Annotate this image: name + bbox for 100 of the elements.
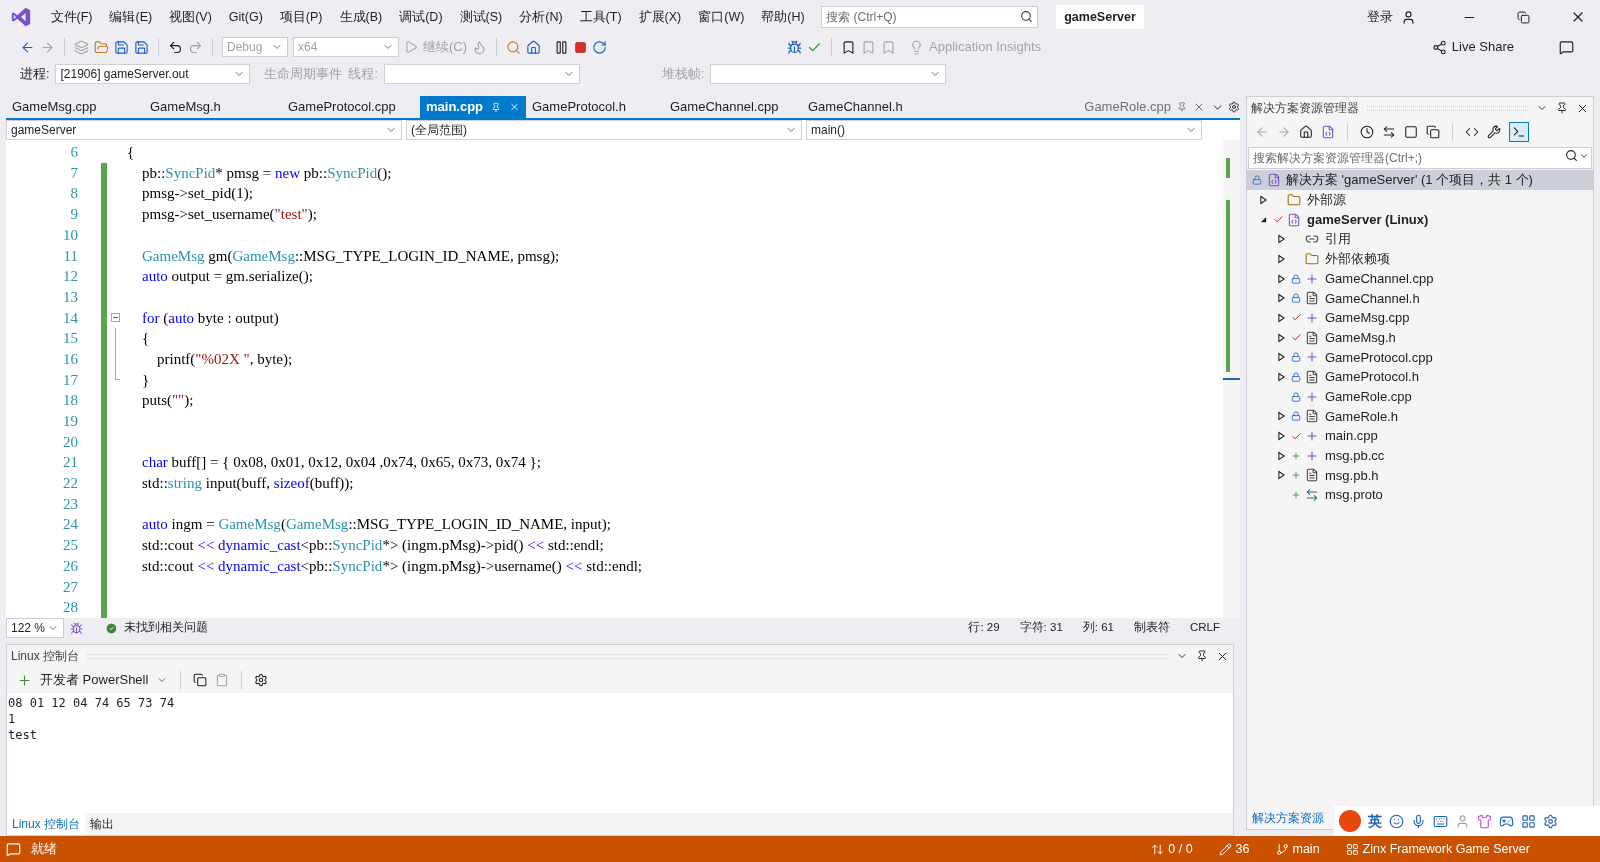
search-field[interactable]: 搜索 (Ctrl+Q) <box>821 6 1039 28</box>
back-icon[interactable] <box>20 39 35 55</box>
sync-icon[interactable] <box>1382 125 1396 139</box>
expand-arrow-icon[interactable] <box>1277 234 1285 245</box>
menu-item[interactable]: 项目(P) <box>271 7 331 27</box>
menu-item[interactable]: 文件(F) <box>42 7 101 27</box>
repo-status[interactable]: Zinx Framework Game Server <box>1362 839 1530 859</box>
scope-dropdown[interactable]: (全局范围) <box>406 120 802 140</box>
document-tab[interactable]: GameProtocol.cpp <box>282 96 420 118</box>
tree-item[interactable]: GameProtocol.h <box>1325 367 1419 387</box>
wrench-icon[interactable] <box>1487 125 1501 139</box>
expand-arrow-icon[interactable] <box>1277 273 1285 284</box>
tree-item[interactable]: 引用 <box>1325 229 1351 249</box>
pin-icon[interactable] <box>1556 102 1568 114</box>
gamepad-icon[interactable] <box>1499 813 1514 829</box>
settings-icon[interactable] <box>254 673 269 687</box>
caret-icon[interactable] <box>1579 151 1589 161</box>
preview-tab[interactable]: GameRole.cpp <box>1078 96 1177 118</box>
branch-status[interactable]: main <box>1292 839 1320 859</box>
bookmark-icon[interactable] <box>841 39 857 55</box>
keyboard-icon[interactable] <box>1433 813 1448 829</box>
add-icon[interactable] <box>17 672 32 688</box>
document-tab[interactable]: GameProtocol.h <box>526 96 664 118</box>
microphone-icon[interactable] <box>1411 813 1426 829</box>
find-icon[interactable] <box>506 39 522 55</box>
save-icon[interactable] <box>114 39 129 55</box>
search-field[interactable]: 搜索解决方案资源管理器(Ctrl+;) <box>1248 147 1592 169</box>
menu-item[interactable]: 视图(V) <box>160 7 221 27</box>
panel-tab[interactable]: 解决方案资源 <box>1247 809 1329 827</box>
expand-arrow-icon[interactable] <box>1277 352 1285 363</box>
zoom-dropdown[interactable]: 122 % <box>6 618 64 638</box>
branch-icon[interactable] <box>1275 842 1289 856</box>
menu-item[interactable]: 调试(D) <box>390 7 452 27</box>
menu-item[interactable]: 工具(T) <box>571 7 631 27</box>
search-icon[interactable] <box>1565 149 1578 162</box>
menu-item[interactable]: 生成(B) <box>331 7 391 27</box>
menu-item[interactable]: Git(G) <box>220 7 272 27</box>
member-dropdown[interactable]: main() <box>806 120 1202 140</box>
tree-item[interactable]: msg.pb.cc <box>1325 446 1385 466</box>
edits-status[interactable]: 36 <box>1235 839 1250 859</box>
save-all-icon[interactable] <box>134 39 149 55</box>
expand-arrow-icon[interactable] <box>1277 411 1285 422</box>
pencil-icon[interactable] <box>1218 842 1232 856</box>
stop-icon[interactable] <box>574 40 588 54</box>
tree-item[interactable]: GameMsg.h <box>1325 327 1396 348</box>
pause-icon[interactable] <box>554 39 570 55</box>
menu-item[interactable]: 编辑(E) <box>100 7 161 27</box>
settings-icon[interactable] <box>1228 101 1240 113</box>
changes-status[interactable]: 0 / 0 <box>1168 839 1193 859</box>
expand-arrow-icon[interactable] <box>1277 431 1285 442</box>
code-icon[interactable] <box>1465 125 1479 139</box>
issues-status[interactable]: 未找到相关问题 <box>124 619 208 637</box>
copy-icon[interactable] <box>193 673 208 687</box>
menu-item[interactable]: 扩展(X) <box>630 7 690 27</box>
shirt-icon[interactable] <box>1477 813 1492 829</box>
panel-tab[interactable]: Linux 控制台 <box>7 813 86 835</box>
tree-item[interactable]: gameServer (Linux) <box>1307 209 1429 230</box>
document-tab[interactable]: GameMsg.cpp <box>6 96 144 118</box>
line-ending-status[interactable]: CRLF <box>1189 619 1220 637</box>
tree-item[interactable]: GameChannel.cpp <box>1325 268 1434 289</box>
collapse-arrow-icon[interactable] <box>1259 216 1267 224</box>
menu-item[interactable]: 窗口(W) <box>689 7 753 27</box>
expand-arrow-icon[interactable] <box>1277 253 1285 264</box>
expand-arrow-icon[interactable] <box>1277 312 1285 323</box>
sign-in-link[interactable]: 登录 <box>1367 7 1393 27</box>
document-tab[interactable]: GameChannel.h <box>802 96 940 118</box>
grid-icon[interactable] <box>1521 813 1536 829</box>
expand-arrow-icon[interactable] <box>1277 450 1285 461</box>
smile-icon[interactable] <box>1389 813 1404 829</box>
tree-item[interactable]: main.cpp <box>1325 426 1378 446</box>
panel-tab[interactable]: 输出 <box>85 813 120 835</box>
indent-status[interactable]: 制表符 <box>1133 619 1170 637</box>
clock-icon[interactable] <box>1360 125 1374 139</box>
show-all-icon[interactable] <box>1426 125 1440 139</box>
ime-mode[interactable]: 英 <box>1368 810 1382 832</box>
share-icon[interactable] <box>1431 39 1447 55</box>
tree-item[interactable]: GameRole.cpp <box>1325 386 1412 407</box>
tree-item[interactable]: 外部依赖项 <box>1325 249 1390 269</box>
tree-item[interactable]: 外部源 <box>1307 190 1346 210</box>
fold-toggle[interactable] <box>110 313 120 323</box>
bug-icon[interactable] <box>787 39 803 55</box>
expand-arrow-icon[interactable] <box>1277 470 1285 481</box>
live-share-button[interactable]: Live Share <box>1451 37 1514 57</box>
restore-icon[interactable] <box>1517 10 1530 24</box>
notification-icon[interactable] <box>6 841 21 857</box>
code-editor[interactable] <box>6 140 1240 618</box>
project-dropdown[interactable]: gameServer <box>6 120 402 140</box>
restart-icon[interactable] <box>592 39 608 55</box>
tree-item[interactable]: GameProtocol.cpp <box>1325 347 1433 368</box>
vertical-scrollbar[interactable] <box>1223 140 1240 618</box>
menu-item[interactable]: 帮助(H) <box>752 7 814 27</box>
document-tab[interactable]: GameChannel.cpp <box>664 96 802 118</box>
expand-arrow-icon[interactable] <box>1277 293 1285 304</box>
process-dropdown[interactable]: [21906] gameServer.out <box>55 64 251 84</box>
tree-item[interactable]: msg.proto <box>1325 485 1383 505</box>
tree-item[interactable]: GameMsg.cpp <box>1325 308 1410 328</box>
expand-arrow-icon[interactable] <box>1277 332 1285 343</box>
tree-item[interactable]: GameRole.h <box>1325 406 1398 427</box>
feedback-icon[interactable] <box>1559 39 1574 55</box>
tree-item[interactable]: msg.pb.h <box>1325 465 1379 486</box>
